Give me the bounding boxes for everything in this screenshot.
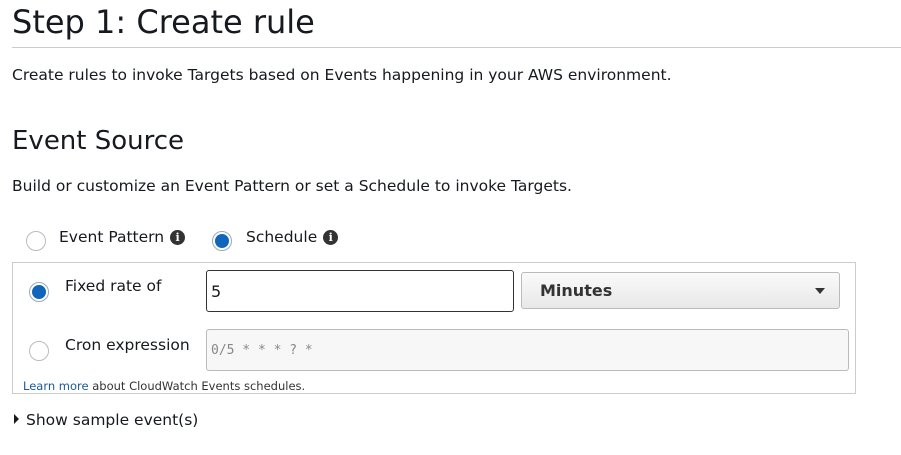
section-heading: Event Source bbox=[12, 126, 185, 156]
schedule-radio[interactable] bbox=[212, 231, 232, 251]
schedule-label: Schedule bbox=[246, 228, 318, 246]
caret-down-icon bbox=[815, 288, 825, 294]
cron-label: Cron expression bbox=[65, 336, 190, 354]
page-title: Step 1: Create rule bbox=[12, 3, 315, 41]
section-subtext: Build or customize an Event Pattern or s… bbox=[12, 177, 572, 195]
unit-select[interactable]: Minutes bbox=[521, 272, 840, 309]
divider bbox=[12, 47, 901, 48]
event-pattern-option[interactable]: Event Pattern i bbox=[59, 228, 186, 246]
page-description: Create rules to invoke Targets based on … bbox=[12, 66, 672, 84]
cron-radio[interactable] bbox=[29, 341, 49, 361]
learn-more-text: about CloudWatch Events schedules. bbox=[88, 379, 306, 393]
learn-more-line: Learn more about CloudWatch Events sched… bbox=[23, 379, 305, 393]
event-pattern-label: Event Pattern bbox=[59, 228, 165, 246]
unit-selected-value: Minutes bbox=[540, 281, 613, 300]
info-icon[interactable]: i bbox=[170, 230, 186, 245]
show-sample-label: Show sample event(s) bbox=[26, 411, 199, 429]
event-pattern-radio[interactable] bbox=[26, 231, 46, 251]
fixed-rate-label: Fixed rate of bbox=[65, 277, 162, 295]
learn-more-link[interactable]: Learn more bbox=[23, 379, 89, 393]
cron-input[interactable]: 0/5 * * * ? * bbox=[206, 329, 849, 371]
caret-right-icon bbox=[14, 414, 19, 424]
fixed-rate-input[interactable]: 5 bbox=[206, 270, 514, 312]
schedule-option[interactable]: Schedule i bbox=[246, 228, 339, 246]
fixed-rate-radio[interactable] bbox=[29, 282, 49, 302]
info-icon[interactable]: i bbox=[323, 230, 339, 245]
show-sample-toggle[interactable]: Show sample event(s) bbox=[14, 411, 198, 429]
